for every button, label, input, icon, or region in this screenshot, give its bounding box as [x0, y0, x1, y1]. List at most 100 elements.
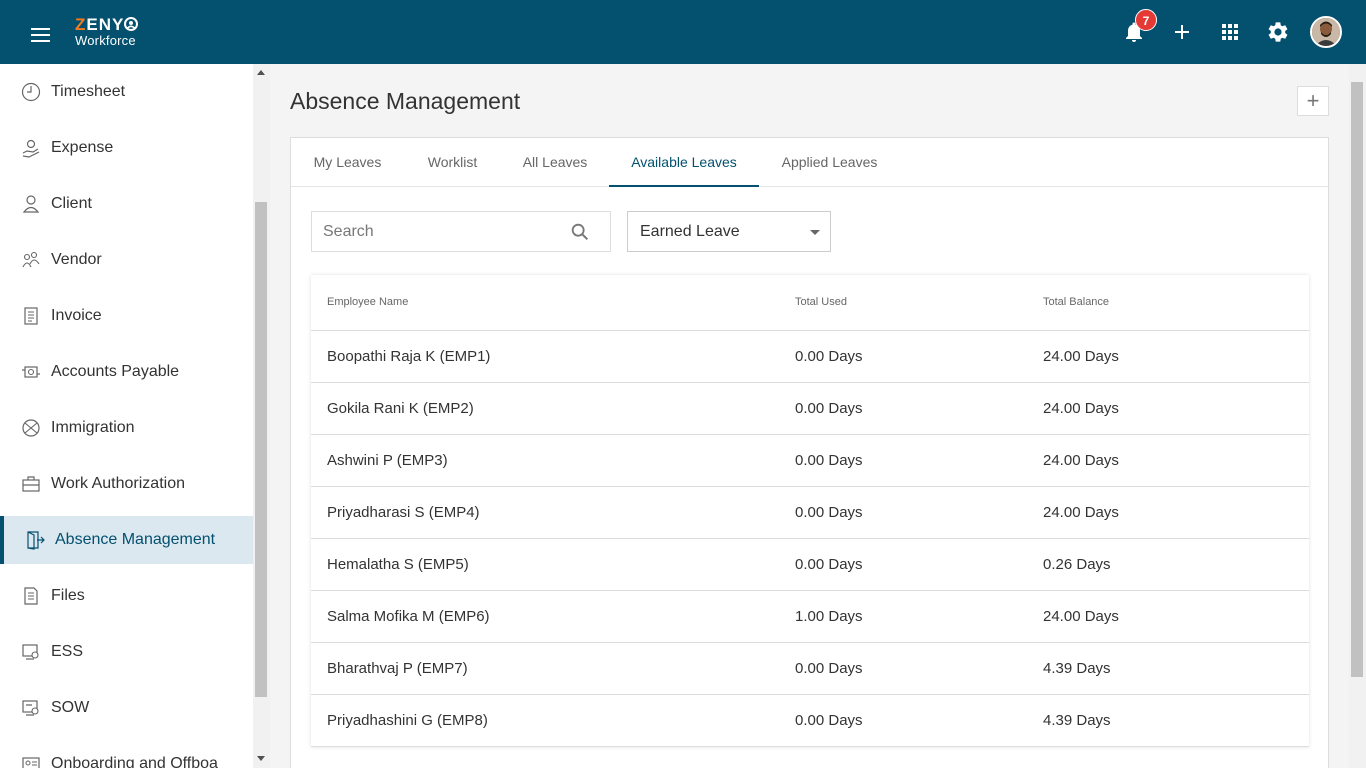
page-scrollbar[interactable]: [1349, 64, 1366, 768]
sidebar-item-files[interactable]: Files: [0, 572, 253, 620]
sidebar-item-label: Immigration: [51, 419, 135, 436]
employee-name-cell: Salma Mofika M (EMP6): [327, 608, 490, 625]
column-header-total-balance[interactable]: Total Balance: [1043, 296, 1109, 308]
employee-name-cell: Gokila Rani K (EMP2): [327, 400, 474, 417]
sidebar-item-label: Expense: [51, 139, 114, 156]
sidebar-item-vendor[interactable]: Vendor: [0, 236, 253, 284]
available-leaves-table: Employee Name Total Used Total Balance B…: [311, 275, 1309, 747]
logo-wordmark: ZENY: [75, 16, 150, 34]
absence-card: My Leaves Worklist All Leaves Available …: [290, 137, 1329, 768]
sidebar-item-invoice[interactable]: Invoice: [0, 292, 253, 340]
scroll-down-arrow-icon[interactable]: [257, 756, 265, 761]
table-row[interactable]: Hemalatha S (EMP5) 0.00 Days 0.26 Days: [311, 539, 1309, 591]
total-balance-cell: 24.00 Days: [1043, 452, 1119, 469]
chevron-down-icon: [810, 230, 820, 235]
sidebar-item-label: Timesheet: [51, 83, 126, 100]
payable-icon: [21, 362, 41, 382]
table-row[interactable]: Priyadharasi S (EMP4) 0.00 Days 24.00 Days: [311, 487, 1309, 539]
total-balance-cell: 24.00 Days: [1043, 608, 1119, 625]
column-header-total-used[interactable]: Total Used: [795, 296, 847, 308]
total-balance-cell: 24.00 Days: [1043, 400, 1119, 417]
sidebar-item-expense[interactable]: Expense: [0, 124, 253, 172]
scroll-up-arrow-icon[interactable]: [257, 70, 265, 75]
globe-icon: [21, 418, 41, 438]
sow-icon: [21, 698, 41, 718]
total-used-cell: 0.00 Days: [795, 556, 863, 573]
add-leave-button[interactable]: +: [1297, 86, 1329, 116]
sidebar-item-label: Accounts Payable: [51, 363, 180, 380]
ess-icon: [21, 642, 41, 662]
table-row[interactable]: Gokila Rani K (EMP2) 0.00 Days 24.00 Days: [311, 383, 1309, 435]
tab-all-leaves[interactable]: All Leaves: [501, 138, 609, 187]
sidebar-item-label: Onboarding and Offboa: [51, 755, 218, 768]
briefcase-icon: [21, 474, 41, 494]
sidebar-scrollbar[interactable]: [253, 64, 270, 768]
sidebar-scroll-thumb[interactable]: [255, 202, 267, 697]
total-used-cell: 0.00 Days: [795, 348, 863, 365]
sidebar-item-absence-management[interactable]: Absence Management: [0, 516, 253, 564]
sidebar-item-label: Work Authorization: [51, 475, 185, 492]
hand-coin-icon: [21, 138, 41, 158]
app-logo[interactable]: ZENY Workforce: [75, 16, 150, 48]
menu-icon[interactable]: [31, 28, 50, 42]
total-balance-cell: 4.39 Days: [1043, 660, 1111, 677]
sidebar-item-label: Client: [51, 195, 92, 212]
table-body: Boopathi Raja K (EMP1) 0.00 Days 24.00 Day…: [311, 331, 1309, 747]
clock-icon: [21, 82, 41, 102]
total-balance-cell: 24.00 Days: [1043, 504, 1119, 521]
file-icon: [21, 586, 41, 606]
table-row[interactable]: Ashwini P (EMP3) 0.00 Days 24.00 Days: [311, 435, 1309, 487]
sidebar-item-label: Vendor: [51, 251, 102, 268]
sidebar-item-onboarding-and-offboa[interactable]: Onboarding and Offboa: [0, 740, 253, 768]
sidebar-item-work-authorization[interactable]: Work Authorization: [0, 460, 253, 508]
page-scroll-thumb[interactable]: [1351, 82, 1363, 677]
employee-name-cell: Boopathi Raja K (EMP1): [327, 348, 491, 365]
table-row[interactable]: Salma Mofika M (EMP6) 1.00 Days 24.00 Days: [311, 591, 1309, 643]
top-app-bar: ZENY Workforce 7: [0, 0, 1366, 64]
invoice-icon: [21, 306, 41, 326]
tab-my-leaves[interactable]: My Leaves: [291, 138, 404, 187]
search-icon[interactable]: [569, 221, 591, 243]
table-row[interactable]: Priyadhashini G (EMP8) 0.00 Days 4.39 Days: [311, 695, 1309, 747]
sidebar-item-timesheet[interactable]: Timesheet: [0, 68, 253, 116]
tab-available-leaves[interactable]: Available Leaves: [609, 138, 759, 187]
users-icon: [21, 250, 41, 270]
page-title: Absence Management: [290, 88, 521, 114]
leave-type-value: Earned Leave: [640, 223, 740, 240]
sidebar-item-label: ESS: [51, 643, 84, 660]
total-used-cell: 0.00 Days: [795, 400, 863, 417]
sidebar-item-label: Invoice: [51, 307, 102, 324]
table-row[interactable]: Bharathvaj P (EMP7) 0.00 Days 4.39 Days: [311, 643, 1309, 695]
plus-icon[interactable]: [1170, 20, 1194, 44]
employee-name-cell: Bharathvaj P (EMP7): [327, 660, 468, 677]
sidebar-item-label: SOW: [51, 699, 90, 716]
logo-subtitle: Workforce: [75, 33, 136, 48]
employee-name-cell: Priyadhashini G (EMP8): [327, 712, 488, 729]
sidebar-item-label: Absence Management: [55, 531, 216, 548]
employee-name-cell: Hemalatha S (EMP5): [327, 556, 469, 573]
tab-applied-leaves[interactable]: Applied Leaves: [759, 138, 900, 187]
gear-icon[interactable]: [1266, 20, 1290, 44]
sidebar-item-accounts-payable[interactable]: Accounts Payable: [0, 348, 253, 396]
sidebar-item-sow[interactable]: SOW: [0, 684, 253, 732]
column-header-employee-name[interactable]: Employee Name: [327, 296, 408, 308]
leave-type-select[interactable]: Earned Leave: [627, 211, 831, 252]
sidebar-item-immigration[interactable]: Immigration: [0, 404, 253, 452]
tab-worklist[interactable]: Worklist: [404, 138, 501, 187]
table-header: Employee Name Total Used Total Balance: [311, 275, 1309, 331]
total-balance-cell: 0.26 Days: [1043, 556, 1111, 573]
search-input[interactable]: [312, 212, 562, 251]
user-avatar[interactable]: [1310, 16, 1342, 48]
employee-name-cell: Priyadharasi S (EMP4): [327, 504, 480, 521]
sidebar-item-ess[interactable]: ESS: [0, 628, 253, 676]
sidebar: Timesheet Expense Client Vendor Invoice Accou…: [0, 64, 253, 768]
total-balance-cell: 4.39 Days: [1043, 712, 1111, 729]
sidebar-item-label: Files: [51, 587, 85, 604]
tab-bar: My Leaves Worklist All Leaves Available …: [291, 138, 1328, 187]
total-used-cell: 0.00 Days: [795, 660, 863, 677]
total-used-cell: 0.00 Days: [795, 504, 863, 521]
apps-grid-icon[interactable]: [1218, 20, 1242, 44]
sidebar-item-client[interactable]: Client: [0, 180, 253, 228]
onboarding-icon: [21, 754, 41, 768]
table-row[interactable]: Boopathi Raja K (EMP1) 0.00 Days 24.00 Day…: [311, 331, 1309, 383]
